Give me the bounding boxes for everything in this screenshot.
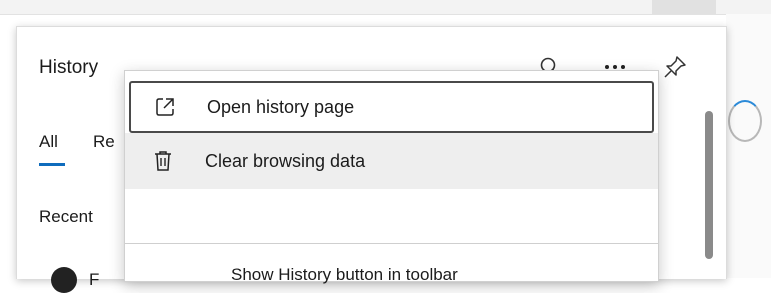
page-badge-icon bbox=[728, 100, 762, 142]
history-title: History bbox=[39, 57, 99, 78]
active-toolbar-button[interactable] bbox=[652, 0, 716, 14]
tab-all-selected-indicator bbox=[39, 163, 65, 166]
menu-divider bbox=[125, 243, 658, 244]
history-more-menu: Open history page Clear browsing data Sh… bbox=[124, 70, 659, 285]
menu-item-clear-browsing-data[interactable]: Clear browsing data bbox=[125, 133, 658, 189]
history-entry-title[interactable]: F bbox=[89, 270, 99, 290]
trash-icon bbox=[151, 149, 175, 173]
section-label-recent: Recent bbox=[39, 207, 93, 226]
menu-item-label: Open history page bbox=[207, 96, 355, 117]
menu-item-show-history-button[interactable]: Show History button in toolbar bbox=[231, 265, 458, 285]
menu-item-label: Clear browsing data bbox=[205, 150, 366, 171]
tab-recently-closed[interactable]: Re bbox=[93, 132, 115, 152]
site-favicon bbox=[51, 267, 77, 293]
pin-icon[interactable] bbox=[657, 49, 693, 85]
open-external-icon bbox=[153, 95, 177, 119]
page-content-background bbox=[726, 14, 771, 278]
scrollbar-thumb[interactable] bbox=[705, 111, 713, 259]
browser-toolbar bbox=[0, 0, 771, 15]
menu-item-open-history-page[interactable]: Open history page bbox=[129, 81, 654, 133]
tab-all[interactable]: All bbox=[39, 132, 58, 152]
